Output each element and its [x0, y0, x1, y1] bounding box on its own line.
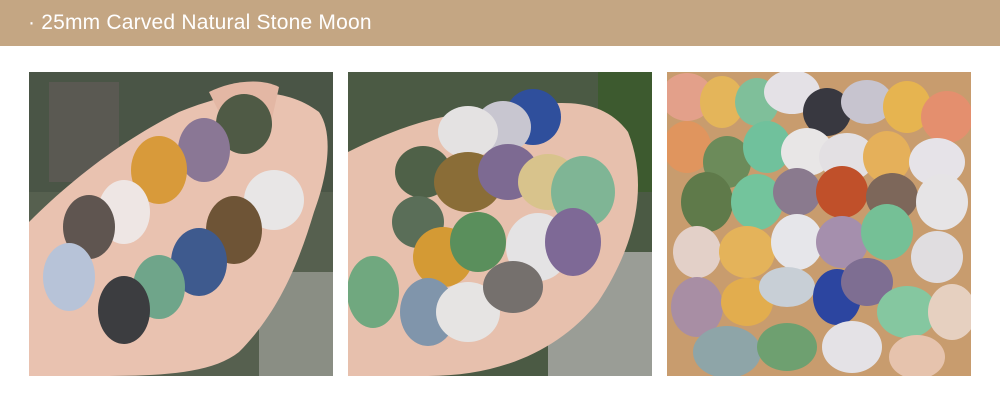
- hand-stones-pile-image: [348, 72, 652, 376]
- title-banner: · 25mm Carved Natural Stone Moon: [0, 0, 1000, 46]
- product-photo-3: [667, 72, 971, 376]
- product-photo-2: [348, 72, 652, 376]
- banner-title: · 25mm Carved Natural Stone Moon: [28, 11, 372, 34]
- hand-stones-spread-image: [29, 72, 333, 376]
- stones-heap-image: [667, 72, 971, 376]
- product-photo-1: [29, 72, 333, 376]
